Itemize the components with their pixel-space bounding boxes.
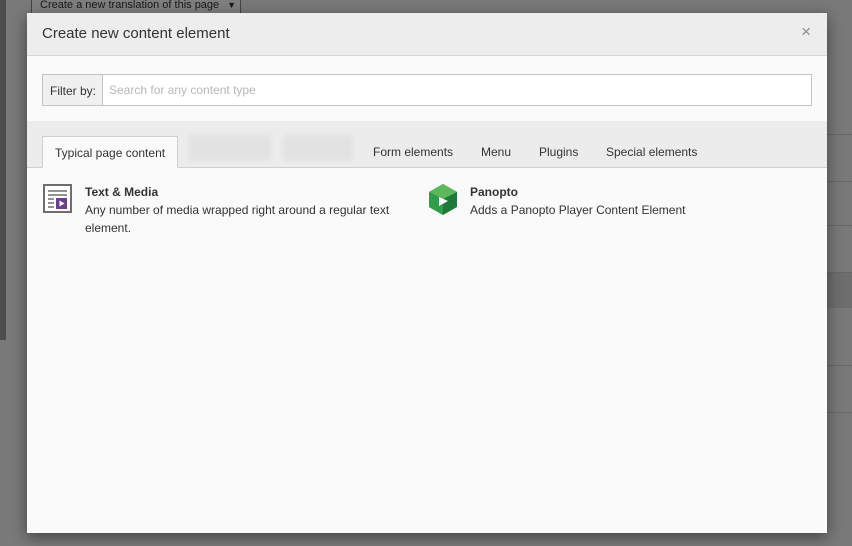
close-button[interactable]: × [801,23,811,41]
tab-blurred[interactable] [189,135,271,161]
content-item-description: Adds a Panopto Player Content Element [470,203,686,217]
close-icon: × [801,22,811,41]
tab-typical-page-content[interactable]: Typical page content [42,136,179,168]
content-item-title: Text & Media [85,185,159,199]
modal-header: Create new content element × [27,13,827,56]
tab-special-elements[interactable]: Special elements [594,136,709,168]
new-content-element-modal: Create new content element × Filter by: … [27,13,827,533]
filter-search-input[interactable] [102,74,812,106]
modal-title: Create new content element [42,25,230,42]
content-item-panopto[interactable]: Panopto Adds a Panopto Player Content El… [428,183,808,219]
tab-content: Text & Media Any number of media wrapped… [27,168,827,533]
content-item-text: Panopto Adds a Panopto Player Content El… [470,183,685,219]
text-media-icon [43,184,72,213]
content-item-text-media[interactable]: Text & Media Any number of media wrapped… [43,183,403,237]
content-item-text: Text & Media Any number of media wrapped… [85,183,403,237]
content-item-title: Panopto [470,185,518,199]
filter-area: Filter by: [27,57,827,121]
tab-menu[interactable]: Menu [469,136,523,168]
tab-form-elements[interactable]: Form elements [361,136,465,168]
content-item-description: Any number of media wrapped right around… [85,203,390,235]
tab-blurred[interactable] [283,135,353,161]
panopto-logo-icon [429,184,457,215]
tab-plugins[interactable]: Plugins [527,136,590,168]
filter-label: Filter by: [42,74,102,106]
tab-bar: Typical page content Form elements Menu … [27,121,827,168]
filter-group: Filter by: [42,74,812,106]
